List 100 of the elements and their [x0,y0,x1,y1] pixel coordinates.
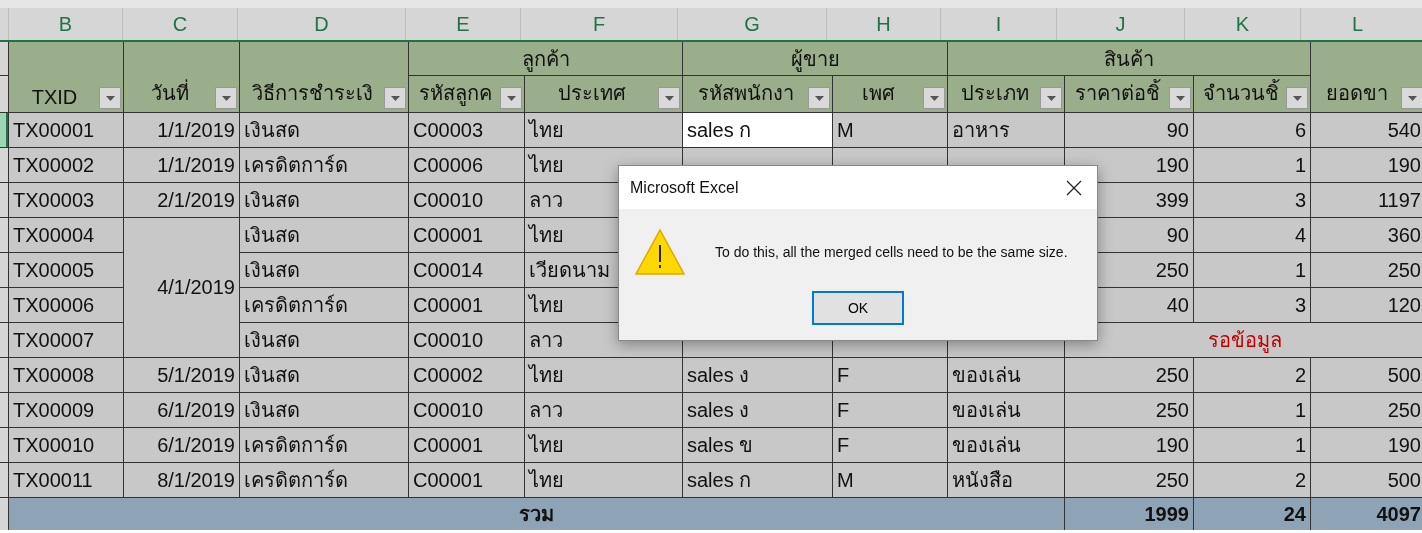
table-cell: ไทย [525,428,682,462]
table-cell: 3 [1194,288,1310,322]
column-letter[interactable]: G [677,8,826,40]
caret-icon [1292,95,1302,101]
warning-icon [635,229,685,275]
total-cell: 4097 [1311,498,1422,530]
column-letter[interactable]: E [405,8,520,40]
column-header: TXID [30,86,79,109]
table-cell: 6 [1194,113,1310,147]
table-cell: เงินสด [240,113,408,147]
column-header: วันที่ [128,77,212,109]
table-cell: TX00002 [9,148,123,182]
row-header[interactable] [0,113,8,147]
filter-dropdown-button[interactable] [1401,87,1422,109]
column-header: ยอดขา [1324,81,1389,106]
table-cell: 190 [1065,428,1193,462]
dialog-message: To do this, all the merged cells need to be the same size. [715,244,1068,260]
column-header: เพศ [861,81,896,106]
table-cell: 360 [1311,218,1422,252]
table-cell: C00010 [409,183,524,217]
table-cell: 1 [1194,253,1310,287]
table-cell: C00003 [409,113,524,147]
table-cell: C00006 [409,148,524,182]
column-header: รหัสพนักงา [697,81,795,106]
table-cell: sales ก [683,463,832,497]
column-letter[interactable]: L [1300,8,1414,40]
column-group-header: สินค้า [948,42,1310,75]
column-letter[interactable]: F [520,8,677,40]
table-cell: 4 [1194,218,1310,252]
table-cell: เครดิตการ์ด [240,463,408,497]
column-letter[interactable]: D [237,8,405,40]
ok-button[interactable]: OK [812,291,904,325]
table-cell: เงินสด [240,323,408,357]
table-cell: 500 [1311,358,1422,392]
column-letter[interactable]: B [8,8,122,40]
close-icon [1066,179,1082,196]
table-cell: ของเล่น [948,358,1064,392]
column-letter[interactable]: C [122,8,237,40]
caret-icon [1407,95,1417,101]
table-cell: ไทย [525,358,682,392]
table-cell: 5/1/2019 [124,358,239,392]
table-cell: sales ข [683,428,832,462]
table-cell: 250 [1065,393,1193,427]
total-label: รวม [9,498,1064,530]
table-cell: C00001 [409,463,524,497]
table-cell: C00002 [409,358,524,392]
filter-dropdown-button[interactable] [99,87,121,109]
filter-dropdown-button[interactable] [808,87,830,109]
caret-icon [105,95,115,101]
table-cell: 1 [1194,148,1310,182]
column-letter[interactable]: I [940,8,1056,40]
column-letter[interactable]: J [1056,8,1184,40]
table-cell: อาหาร [948,113,1064,147]
filter-dropdown-button[interactable] [215,87,237,109]
filter-dropdown-button[interactable] [923,87,945,109]
table-cell: TX00003 [9,183,123,217]
table-cell: 1 [1194,393,1310,427]
caret-icon [664,95,674,101]
table-cell: F [833,428,947,462]
table-cell: 1/1/2019 [124,148,239,182]
filter-dropdown-button[interactable] [384,87,406,109]
column-header: ประเทศ [557,81,627,106]
table-cell: ลาว [525,393,682,427]
filter-dropdown-button[interactable] [500,87,522,109]
table-cell: C00014 [409,253,524,287]
table-cell: เงินสด [240,358,408,392]
column-group-header: ลูกค้า [409,42,682,75]
column-header: จำนวนชิ้ [1198,77,1283,109]
pending-note: รอข้อมูล [1065,323,1422,357]
filter-dropdown-button[interactable] [1286,87,1308,109]
column-group-header: ผู้ขาย [683,42,947,75]
table-cell: 6/1/2019 [124,428,239,462]
table-cell: TX00006 [9,288,123,322]
table-cell: C00001 [409,288,524,322]
table-cell: ของเล่น [948,428,1064,462]
table-cell: 250 [1311,393,1422,427]
table-cell: 190 [1311,428,1422,462]
table-cell: 1/1/2019 [124,113,239,147]
column-letter[interactable]: H [826,8,940,40]
table-cell: ไทย [525,463,682,497]
table-cell: 250 [1311,253,1422,287]
table-cell: sales ง [683,393,832,427]
table-cell: TX00005 [9,253,123,287]
column-header: ประเภท [959,81,1030,106]
table-cell: TX00007 [9,323,123,357]
table-cell: sales ก [683,113,832,147]
table-cell: 2 [1194,358,1310,392]
table-cell: 500 [1311,463,1422,497]
table-cell: เงินสด [240,218,408,252]
table-cell: 8/1/2019 [124,463,239,497]
filter-dropdown-button[interactable] [658,87,680,109]
table-cell: C00001 [409,428,524,462]
filter-dropdown-button[interactable] [1169,87,1191,109]
caret-icon [390,95,400,101]
table-cell: C00010 [409,323,524,357]
table-cell: ของเล่น [948,393,1064,427]
table-cell: C00001 [409,218,524,252]
column-letter[interactable]: K [1184,8,1300,40]
table-cell: 250 [1065,358,1193,392]
filter-dropdown-button[interactable] [1040,87,1062,109]
